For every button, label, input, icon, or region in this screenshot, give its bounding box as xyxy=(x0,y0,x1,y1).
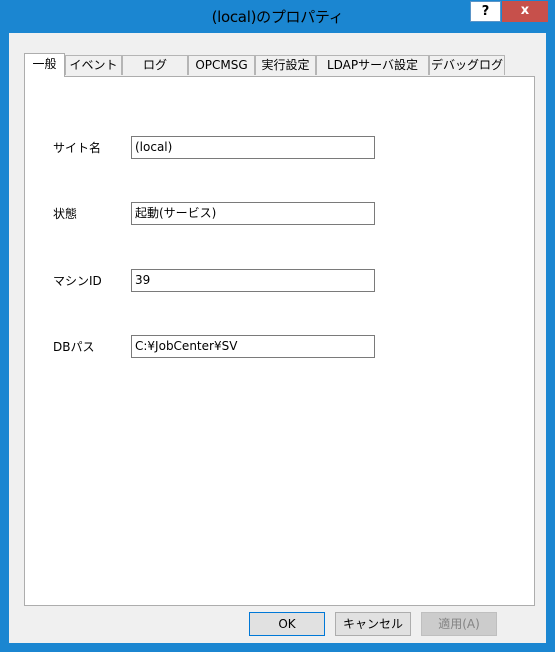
title-bar[interactable]: (local)のプロパティ ? x xyxy=(1,1,554,33)
db-path-label: DBパス xyxy=(53,340,95,354)
ok-button[interactable]: OK xyxy=(249,612,325,636)
close-button[interactable]: x xyxy=(502,1,548,22)
tab-debug-log[interactable]: デバッグログ xyxy=(429,55,505,75)
tab-exec-settings[interactable]: 実行設定 xyxy=(255,55,316,75)
cancel-button[interactable]: キャンセル xyxy=(335,612,411,636)
db-path-field[interactable]: C:¥JobCenter¥SV xyxy=(131,335,375,358)
help-button[interactable]: ? xyxy=(470,1,501,22)
tab-log[interactable]: ログ xyxy=(122,55,188,75)
general-tab-panel: サイト名 (local) 状態 起動(サービス) マシンID 39 DBパス C… xyxy=(24,76,535,606)
status-field[interactable]: 起動(サービス) xyxy=(131,202,375,225)
site-name-label: サイト名 xyxy=(53,141,102,155)
apply-button[interactable]: 適用(A) xyxy=(421,612,497,636)
status-label: 状態 xyxy=(53,207,78,221)
properties-dialog: (local)のプロパティ ? x 一般 イベント ログ OPCMSG 実行設定… xyxy=(0,0,555,652)
tab-opcmsg[interactable]: OPCMSG xyxy=(188,55,255,75)
tab-event[interactable]: イベント xyxy=(65,55,122,75)
machine-id-label: マシンID xyxy=(53,274,102,288)
tab-general[interactable]: 一般 xyxy=(24,53,65,77)
dialog-client-area: 一般 イベント ログ OPCMSG 実行設定 LDAPサーバ設定 デバッグログ … xyxy=(9,33,546,643)
site-name-field[interactable]: (local) xyxy=(131,136,375,159)
machine-id-field[interactable]: 39 xyxy=(131,269,375,292)
tab-ldap-server-settings[interactable]: LDAPサーバ設定 xyxy=(316,55,429,75)
